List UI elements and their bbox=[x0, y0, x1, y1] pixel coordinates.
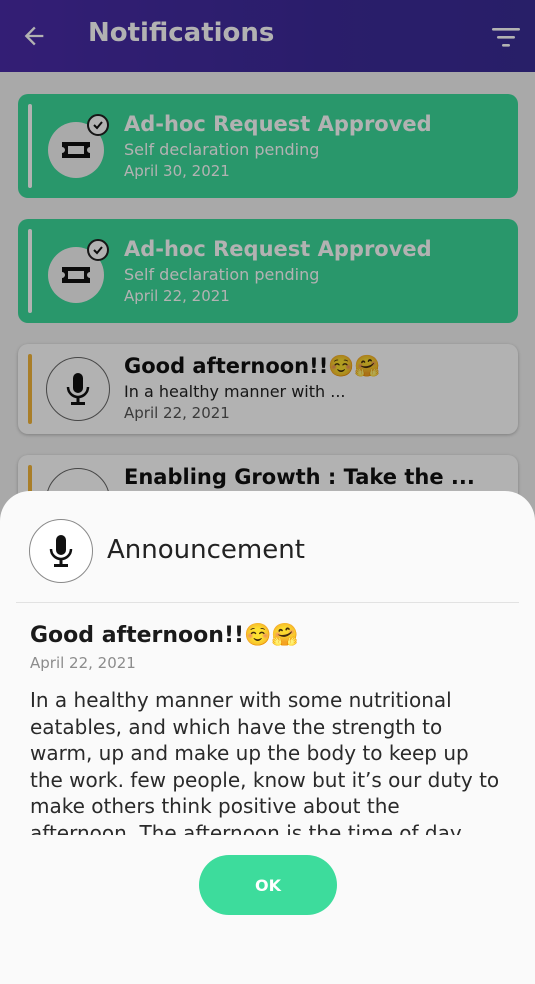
ok-button[interactable]: OK bbox=[199, 855, 337, 915]
announcement-body[interactable]: In a healthy manner with some nutritiona… bbox=[30, 687, 500, 835]
sheet-heading: Announcement bbox=[107, 535, 305, 565]
divider bbox=[16, 602, 519, 603]
announcement-title: Good afternoon!!☺️🤗 bbox=[30, 623, 299, 648]
microphone-icon bbox=[29, 519, 93, 583]
announcement-date: April 22, 2021 bbox=[30, 654, 136, 672]
announcement-sheet: Announcement Good afternoon!!☺️🤗 April 2… bbox=[0, 491, 535, 984]
